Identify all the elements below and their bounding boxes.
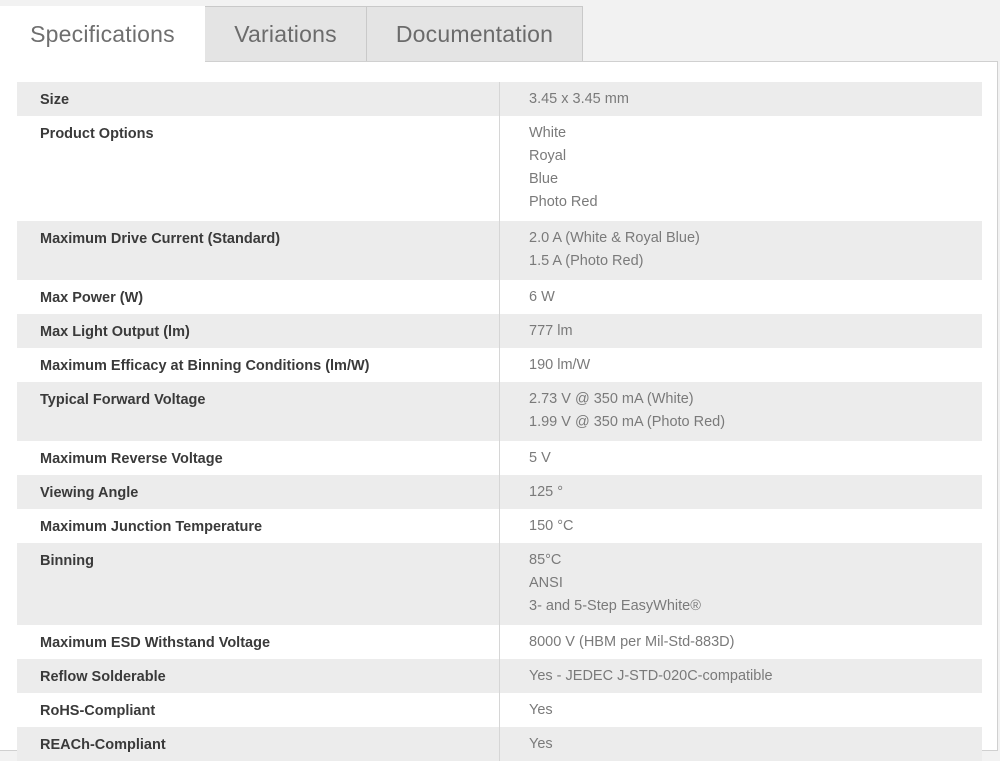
spec-value-line: 85°C [529, 552, 562, 568]
spec-label: RoHS-Compliant [17, 693, 500, 727]
spec-row: REACh-Compliant Yes [17, 727, 982, 761]
spec-value: 85°C ANSI 3- and 5-Step EasyWhite® [500, 543, 982, 625]
spec-row: Maximum Drive Current (Standard) 2.0 A (W… [17, 221, 982, 280]
spec-label-text: Viewing Angle [40, 485, 139, 501]
spec-value: Yes [500, 727, 982, 761]
spec-value-line: Royal [529, 148, 567, 164]
spec-row: Typical Forward Voltage 2.73 V @ 350 mA (… [17, 382, 982, 441]
spec-label: Maximum Junction Temperature [17, 509, 500, 543]
spec-label: Viewing Angle [17, 475, 500, 509]
spec-label: Typical Forward Voltage [17, 382, 500, 441]
spec-value-line: Yes - JEDEC J-STD-020C-compatible [529, 668, 773, 684]
spec-value-line: 5 V [529, 450, 551, 466]
spec-label: Maximum Efficacy at Binning Conditions (… [17, 348, 500, 382]
spec-row: Binning 85°C ANSI 3- and 5-Step EasyWhite® [17, 543, 982, 625]
spec-label-text: RoHS-Compliant [40, 703, 156, 719]
spec-row: Product Options White Royal Blue Photo Red [17, 116, 982, 221]
spec-row: Maximum ESD Withstand Voltage 8000 V (HBM… [17, 625, 982, 659]
spec-row: Maximum Efficacy at Binning Conditions (… [17, 348, 982, 382]
spec-label-text: Maximum Efficacy at Binning Conditions (… [40, 358, 370, 374]
spec-value: 125 ° [500, 475, 982, 509]
specifications-table: Size 3.45 x 3.45 mm Product Options White Ro… [17, 82, 982, 761]
spec-label-text: Binning [40, 553, 94, 569]
spec-label-text: Product Options [40, 126, 154, 142]
spec-value: 2.73 V @ 350 mA (White) 1.99 V @ 350 mA (… [500, 382, 982, 441]
spec-value: 777 lm [500, 314, 982, 348]
spec-label-text: Maximum Reverse Voltage [40, 451, 223, 467]
spec-value: White Royal Blue Photo Red [500, 116, 982, 221]
tab-variations[interactable]: Variations [204, 6, 367, 61]
spec-row: Size 3.45 x 3.45 mm [17, 82, 982, 116]
spec-row: Maximum Junction Temperature 150 °C [17, 509, 982, 543]
spec-row: Viewing Angle 125 ° [17, 475, 982, 509]
spec-label-text: Maximum ESD Withstand Voltage [40, 635, 271, 651]
spec-label: Maximum Drive Current (Standard) [17, 221, 500, 280]
spec-value-line: Yes [529, 736, 553, 752]
spec-label-text: REACh-Compliant [40, 737, 166, 753]
spec-value-line: ANSI [529, 575, 563, 591]
spec-value: 5 V [500, 441, 982, 475]
tab-bar: Specifications Variations Documentation [0, 0, 1000, 63]
spec-value-line: White [529, 125, 567, 141]
spec-value: 8000 V (HBM per Mil-Std-883D) [500, 625, 982, 659]
spec-value-line: 6 W [529, 289, 555, 305]
spec-label-text: Maximum Junction Temperature [40, 519, 263, 535]
spec-value-line: 1.5 A (Photo Red) [529, 253, 644, 269]
tab-specifications[interactable]: Specifications [0, 6, 205, 63]
spec-row: Reflow Solderable Yes - JEDEC J-STD-020C-… [17, 659, 982, 693]
spec-label: Reflow Solderable [17, 659, 500, 693]
spec-label: Size [17, 82, 500, 116]
spec-label: Maximum Reverse Voltage [17, 441, 500, 475]
spec-label-text: Maximum Drive Current (Standard) [40, 231, 281, 247]
spec-value-line: 150 °C [529, 518, 574, 534]
specifications-panel: Size 3.45 x 3.45 mm Product Options White Ro… [0, 61, 998, 761]
spec-value-line: Photo Red [529, 194, 598, 210]
spec-label-text: Reflow Solderable [40, 669, 166, 685]
spec-value: 150 °C [500, 509, 982, 543]
spec-label-text: Max Light Output (lm) [40, 324, 190, 340]
spec-label-text: Typical Forward Voltage [40, 392, 206, 408]
spec-value-line: 3.45 x 3.45 mm [529, 91, 629, 107]
spec-label: REACh-Compliant [17, 727, 500, 761]
spec-value-line: Blue [529, 171, 559, 187]
spec-row: Maximum Reverse Voltage 5 V [17, 441, 982, 475]
spec-value: Yes [500, 693, 982, 727]
spec-value-line: Yes [529, 702, 553, 718]
spec-value-line: 2.73 V @ 350 mA (White) [529, 391, 694, 407]
spec-row: Max Power (W) 6 W [17, 280, 982, 314]
spec-value-line: 1.99 V @ 350 mA (Photo Red) [529, 414, 726, 430]
spec-value-line: 2.0 A (White & Royal Blue) [529, 230, 700, 246]
spec-label-text: Size [40, 92, 70, 108]
spec-label: Binning [17, 543, 500, 625]
spec-value-line: 125 ° [529, 484, 564, 500]
spec-row: Max Light Output (lm) 777 lm [17, 314, 982, 348]
spec-value: 190 lm/W [500, 348, 982, 382]
spec-label: Max Power (W) [17, 280, 500, 314]
spec-value-line: 8000 V (HBM per Mil-Std-883D) [529, 634, 735, 650]
spec-label: Max Light Output (lm) [17, 314, 500, 348]
tab-documentation[interactable]: Documentation [366, 6, 583, 61]
spec-label: Maximum ESD Withstand Voltage [17, 625, 500, 659]
spec-label: Product Options [17, 116, 500, 221]
spec-value-line: 3- and 5-Step EasyWhite® [529, 598, 701, 614]
spec-value-line: 190 lm/W [529, 357, 591, 373]
spec-row: RoHS-Compliant Yes [17, 693, 982, 727]
spec-label-text: Max Power (W) [40, 290, 144, 306]
spec-value: 2.0 A (White & Royal Blue) 1.5 A (Photo R… [500, 221, 982, 280]
spec-value: 3.45 x 3.45 mm [500, 82, 982, 116]
spec-value: Yes - JEDEC J-STD-020C-compatible [500, 659, 982, 693]
spec-value-line: 777 lm [529, 323, 573, 339]
spec-value: 6 W [500, 280, 982, 314]
